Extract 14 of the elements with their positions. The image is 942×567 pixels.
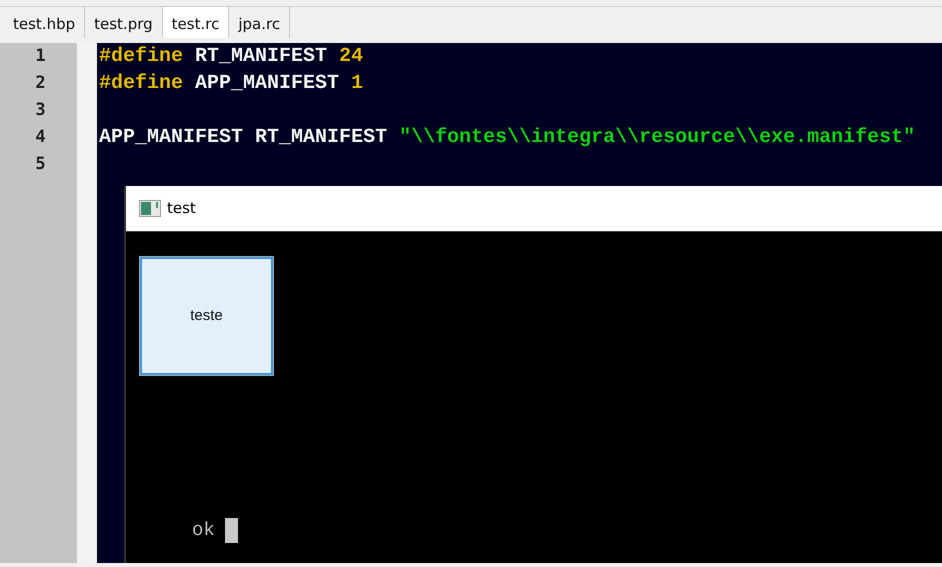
code-line: #define RT_MANIFEST 24 <box>99 45 364 68</box>
code-line: #define APP_MANIFEST 1 <box>99 72 364 95</box>
app-icon <box>139 200 161 217</box>
console-text: ok <box>192 518 215 543</box>
line-number: 1 <box>35 46 46 66</box>
text-cursor <box>224 518 238 543</box>
line-number: 5 <box>35 154 46 174</box>
line-number: 3 <box>35 100 46 120</box>
line-number: 4 <box>35 127 46 147</box>
code-line: APP_MANIFEST RT_MANIFEST "\\fontes\\integra\\resource\\exe.manifest" <box>99 126 916 149</box>
line-number: 2 <box>35 73 46 93</box>
window-title: test <box>167 198 196 220</box>
teste-button[interactable]: teste <box>139 256 274 376</box>
file-tab[interactable]: test.rc <box>162 7 230 38</box>
